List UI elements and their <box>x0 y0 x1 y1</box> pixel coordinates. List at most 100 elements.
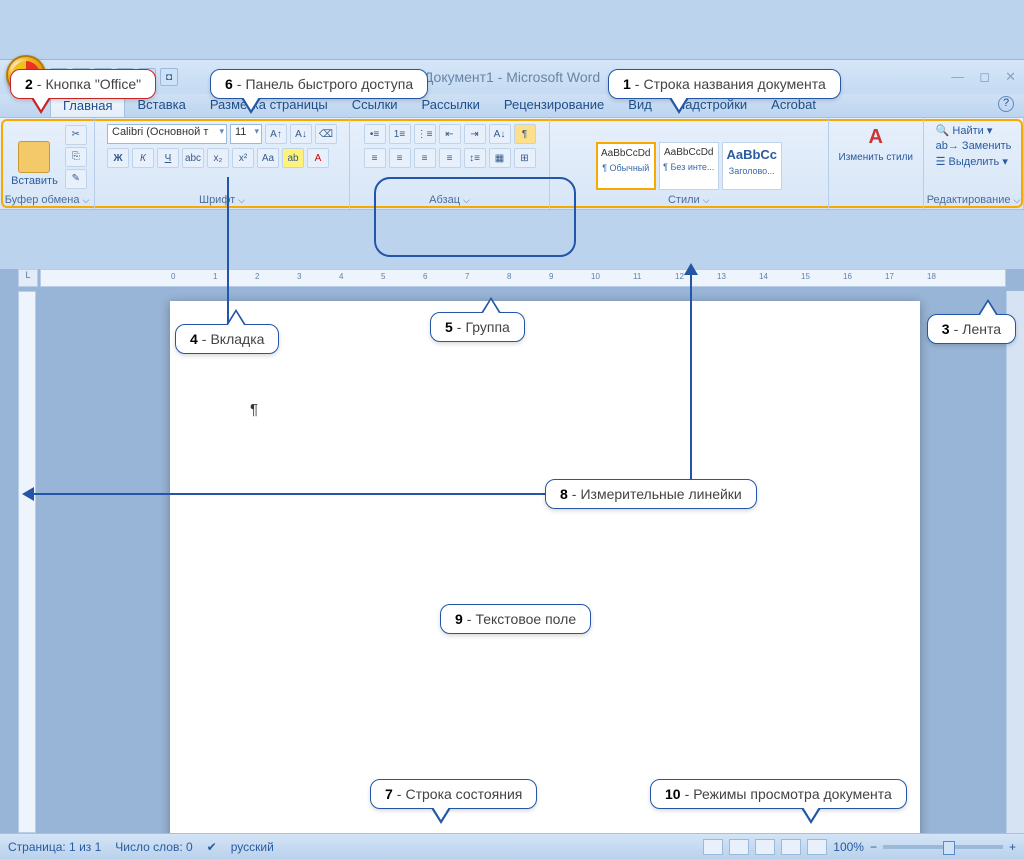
page[interactable]: ¶ <box>170 301 920 833</box>
style-heading[interactable]: AaBbCc Заголово... <box>722 142 782 190</box>
maximize-button[interactable]: ◻ <box>979 69 990 85</box>
subscript-button[interactable]: x₂ <box>207 148 229 168</box>
minimize-button[interactable]: — <box>951 69 964 85</box>
highlight-button[interactable]: ab <box>282 148 304 168</box>
change-styles-button[interactable]: A Изменить стили <box>835 120 917 165</box>
close-button[interactable]: ✕ <box>1005 69 1016 85</box>
line-spacing-button[interactable]: ↕≡ <box>464 148 486 168</box>
clear-format-button[interactable]: ⌫ <box>315 124 337 144</box>
group-change-styles: A Изменить стили <box>829 118 924 209</box>
bold-button[interactable]: Ж <box>107 148 129 168</box>
find-button[interactable]: 🔍 Найти ▾ <box>936 124 993 137</box>
callout-1: 1 - Строка названия документа <box>608 69 841 99</box>
zoom-in-button[interactable]: + <box>1009 840 1016 854</box>
underline-button[interactable]: Ч <box>157 148 179 168</box>
font-color-button[interactable]: A <box>307 148 329 168</box>
multilevel-button[interactable]: ⋮≡ <box>414 124 436 144</box>
cut-button[interactable]: ✂ <box>65 125 87 145</box>
paste-button[interactable]: Вставить <box>7 139 62 189</box>
borders-button[interactable]: ⊞ <box>514 148 536 168</box>
justify-button[interactable]: ≡ <box>439 148 461 168</box>
case-button[interactable]: Aa <box>257 148 279 168</box>
select-button[interactable]: ☰ Выделить ▾ <box>936 155 1008 168</box>
zoom-out-button[interactable]: − <box>870 840 877 854</box>
italic-button[interactable]: К <box>132 148 154 168</box>
document-title: Документ1 - Microsoft Word <box>424 69 600 85</box>
callout-3: 3 - Лента <box>927 314 1016 344</box>
group-clipboard: Вставить ✂ ⎘ ✎ Буфер обмена <box>0 118 95 209</box>
format-painter-button[interactable]: ✎ <box>65 169 87 189</box>
horizontal-ruler[interactable]: 0123456789101112131415161718 <box>40 269 1006 287</box>
align-center-button[interactable]: ≡ <box>389 148 411 168</box>
style-normal[interactable]: AaBbCcDd ¶ Обычный <box>596 142 656 190</box>
indent-dec-button[interactable]: ⇤ <box>439 124 461 144</box>
view-draft[interactable] <box>807 839 827 855</box>
arrow-8-up <box>684 263 698 275</box>
help-button[interactable]: ? <box>998 96 1014 112</box>
callout-4: 4 - Вкладка <box>175 324 279 354</box>
callout-8: 8 - Измерительные линейки <box>545 479 757 509</box>
view-print-layout[interactable] <box>703 839 723 855</box>
callout-5: 5 - Группа <box>430 312 525 342</box>
style-nospacing[interactable]: AaBbCcDd ¶ Без инте... <box>659 142 719 190</box>
arrow-8-left <box>22 487 34 501</box>
strike-button[interactable]: abc <box>182 148 204 168</box>
align-left-button[interactable]: ≡ <box>364 148 386 168</box>
status-words[interactable]: Число слов: 0 <box>115 840 192 854</box>
numbering-button[interactable]: 1≡ <box>389 124 411 144</box>
grow-font-button[interactable]: A↑ <box>265 124 287 144</box>
view-outline[interactable] <box>781 839 801 855</box>
vertical-scrollbar[interactable] <box>1006 291 1024 833</box>
show-marks-button[interactable]: ¶ <box>514 124 536 144</box>
paste-icon <box>18 141 50 173</box>
callout-10: 10 - Режимы просмотра документа <box>650 779 907 809</box>
preview-icon[interactable]: ◘ <box>160 68 178 86</box>
group-styles: AaBbCcDd ¶ Обычный AaBbCcDd ¶ Без инте..… <box>550 118 829 209</box>
change-styles-icon: A <box>861 122 891 152</box>
group-editing: 🔍 Найти ▾ ab→ Заменить ☰ Выделить ▾ Реда… <box>924 118 1024 209</box>
status-language[interactable]: русский <box>231 840 274 854</box>
callout-9: 9 - Текстовое поле <box>440 604 591 634</box>
bullets-button[interactable]: •≡ <box>364 124 386 144</box>
replace-button[interactable]: ab→ Заменить <box>936 140 1012 152</box>
group-label-clipboard: Буфер обмена <box>0 194 94 206</box>
workspace: L 0123456789101112131415161718 ¶ <box>0 269 1024 833</box>
shrink-font-button[interactable]: A↓ <box>290 124 312 144</box>
align-right-button[interactable]: ≡ <box>414 148 436 168</box>
paste-label: Вставить <box>11 175 58 187</box>
group-label-editing: Редактирование <box>924 194 1023 206</box>
group-label-styles: Стили <box>550 194 828 206</box>
arrow-8-h <box>30 493 545 495</box>
group-paragraph: •≡ 1≡ ⋮≡ ⇤ ⇥ A↓ ¶ ≡ ≡ ≡ ≡ ↕≡ ▦ ⊞ Абзац <box>350 118 550 209</box>
window-controls: — ◻ ✕ <box>951 69 1016 85</box>
font-size-combo[interactable]: 11 <box>230 124 262 144</box>
paragraph-mark: ¶ <box>250 401 258 418</box>
tab-review[interactable]: Рецензирование <box>492 94 616 117</box>
line-4 <box>227 177 229 325</box>
status-proof-icon[interactable]: ✔ <box>207 840 217 854</box>
group-label-font: Шрифт <box>95 194 349 206</box>
ribbon: Вставить ✂ ⎘ ✎ Буфер обмена Calibri (Осн… <box>0 118 1024 210</box>
superscript-button[interactable]: x² <box>232 148 254 168</box>
callout-7: 7 - Строка состояния <box>370 779 537 809</box>
copy-button[interactable]: ⎘ <box>65 147 87 167</box>
group-font: Calibri (Основной т 11 A↑ A↓ ⌫ Ж К Ч abc… <box>95 118 350 209</box>
status-bar: Страница: 1 из 1 Число слов: 0 ✔ русский… <box>0 833 1024 859</box>
zoom-level[interactable]: 100% <box>833 840 864 854</box>
view-web-layout[interactable] <box>755 839 775 855</box>
arrow-8-v <box>690 271 692 493</box>
view-full-screen[interactable] <box>729 839 749 855</box>
callout-6: 6 - Панель быстрого доступа <box>210 69 428 99</box>
font-family-combo[interactable]: Calibri (Основной т <box>107 124 227 144</box>
shading-button[interactable]: ▦ <box>489 148 511 168</box>
status-page[interactable]: Страница: 1 из 1 <box>8 840 101 854</box>
zoom-slider[interactable] <box>883 845 1003 849</box>
vertical-ruler[interactable] <box>18 291 36 833</box>
ruler-corner[interactable]: L <box>18 269 38 287</box>
callout-2: 2 - Кнопка "Office" <box>10 69 156 99</box>
sort-button[interactable]: A↓ <box>489 124 511 144</box>
document-area: ¶ <box>40 291 1006 833</box>
indent-inc-button[interactable]: ⇥ <box>464 124 486 144</box>
group-label-paragraph: Абзац <box>350 194 549 206</box>
ribbon-tabs: Главная Вставка Разметка страницы Ссылки… <box>0 94 1024 118</box>
